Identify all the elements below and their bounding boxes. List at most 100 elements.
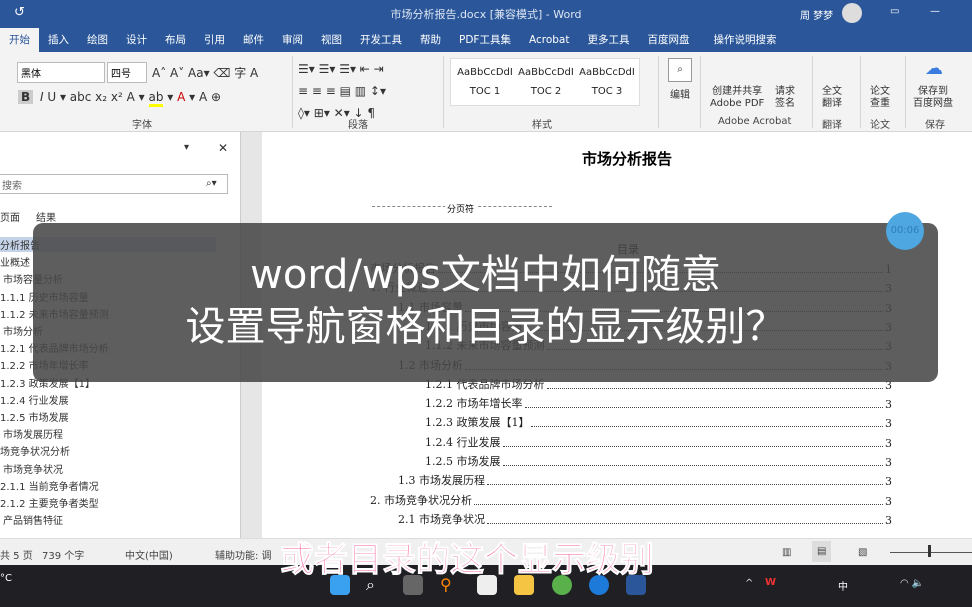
web-layout-icon[interactable]: ▧ xyxy=(858,547,867,558)
zoom-slider[interactable] xyxy=(890,552,972,553)
nav-heading-item[interactable]: 市场竞争状况 xyxy=(3,461,63,476)
pane-options-icon[interactable]: ▾ xyxy=(184,142,189,153)
format-icons[interactable]: I U ▾ abc x₂ x² A ▾ ab ▾ A ▾ A ⊕ xyxy=(40,90,221,107)
search-input[interactable]: 搜索 xyxy=(0,174,228,194)
font-size-select[interactable]: 四号 xyxy=(107,62,147,83)
tab-results[interactable]: 结果 xyxy=(36,209,56,224)
font-grow-icon[interactable]: A˄ A˅ Aa▾ ⌫ 字 A xyxy=(152,64,258,81)
tab-13[interactable]: 更多工具 xyxy=(578,28,638,52)
toc-leader xyxy=(524,407,883,409)
nav-heading-item[interactable]: 2.1.1 当前竞争者情况 xyxy=(0,478,99,493)
video-title-overlay: word/wps文档中如何随意 设置导航窗格和目录的显示级别？ xyxy=(33,223,938,382)
nav-heading-item[interactable]: 1.2.5 市场发展 xyxy=(0,409,69,424)
read-mode-icon[interactable]: ▥ xyxy=(782,547,791,558)
style-0[interactable]: AaBbCcDdI TOC 1 xyxy=(455,67,515,97)
toc-entry[interactable]: 1.2.3 政策发展【1】 3 xyxy=(425,414,892,430)
page-count[interactable]: 共 5 页 xyxy=(0,547,33,562)
ime-indicator[interactable]: 中 xyxy=(838,578,848,593)
style-1[interactable]: AaBbCcDdI TOC 2 xyxy=(516,67,576,97)
tab-3[interactable]: 设计 xyxy=(117,28,156,52)
tab-6[interactable]: 邮件 xyxy=(234,28,273,52)
toc-leader xyxy=(531,426,883,428)
nav-heading-item[interactable]: 2.1.2 主要竞争者类型 xyxy=(0,495,99,510)
nav-heading-item[interactable]: 1.2.4 行业发展 xyxy=(0,392,69,407)
ribbon-tabs: 开始 插入 绘图 设计 布局 引用 邮件 审阅 视图 开发工具 帮助 PDF工具集 Acrobat 更多工… xyxy=(0,28,972,52)
tab-5[interactable]: 引用 xyxy=(195,28,234,52)
edit-button[interactable]: 编辑 xyxy=(670,86,690,101)
tab-15[interactable]: 操作说明搜索 xyxy=(704,28,785,52)
style-sample: AaBbCcDdI xyxy=(579,67,635,78)
search-icon[interactable]: ⌕▾ xyxy=(206,178,217,189)
toc-page-number: 3 xyxy=(885,417,892,431)
toc-entry[interactable]: 2.1 市场竞争状况 3 xyxy=(398,511,892,527)
baidu-save-button[interactable]: 保存到 百度网盘 xyxy=(913,86,953,110)
tray-chevron-icon[interactable]: ^ xyxy=(745,578,753,589)
nav-heading-item[interactable]: 场竞争状况分析 xyxy=(0,443,70,458)
ribbon-display-icon[interactable]: ▭ xyxy=(890,6,899,17)
paper-group-label: 论文 xyxy=(870,120,890,131)
tab-0[interactable]: 开始 xyxy=(0,28,39,52)
toc-entry[interactable]: 2. 市场竞争状况分析 3 xyxy=(370,492,892,508)
translate-button[interactable]: 全文 翻译 xyxy=(822,86,842,110)
toc-leader xyxy=(546,387,883,389)
list-icons[interactable]: ☰▾ ☰▾ ☰▾ ⇤ ⇥ xyxy=(298,62,384,76)
avatar[interactable] xyxy=(842,3,862,23)
tab-pages[interactable]: 页面 xyxy=(0,209,20,224)
tab-4[interactable]: 布局 xyxy=(156,28,195,52)
create-pdf-button[interactable]: 创建并共享 Adobe PDF xyxy=(710,86,764,110)
toc-entry[interactable]: 1.3 市场发展历程 3 xyxy=(398,472,892,488)
page-break: 分页符 xyxy=(445,202,477,215)
zoom-slider-thumb[interactable] xyxy=(928,545,931,557)
accessibility[interactable]: 辅助功能: 调 xyxy=(215,547,272,562)
weather-temp[interactable]: °C xyxy=(0,573,12,584)
style-2[interactable]: AaBbCcDdI TOC 3 xyxy=(577,67,637,97)
translate-group-label: 翻译 xyxy=(822,120,842,131)
tab-12[interactable]: Acrobat xyxy=(520,28,579,52)
toc-leader xyxy=(502,465,883,466)
tab-1[interactable]: 插入 xyxy=(39,28,78,52)
toc-leader xyxy=(487,522,883,524)
align-icons[interactable]: ≡ ≡ ≡ ▤ ▥ ↕▾ xyxy=(298,84,386,98)
toc-entry-text: 2.1 市场竞争状况 xyxy=(398,512,485,526)
find-icon[interactable]: ⌕ xyxy=(668,58,692,82)
tab-11[interactable]: PDF工具集 xyxy=(450,28,520,52)
toc-leader xyxy=(487,484,883,486)
nav-heading-item[interactable]: 业概述 xyxy=(0,254,30,269)
print-layout-icon[interactable]: ▤ xyxy=(812,541,832,562)
minimize-button[interactable]: — xyxy=(930,6,940,17)
styles-group-label: 样式 xyxy=(532,120,552,131)
toc-entry[interactable]: 1.2.2 市场年增长率 3 xyxy=(425,395,892,411)
style-sample: AaBbCcDdI xyxy=(457,67,513,78)
timer-badge: 00:06 xyxy=(886,212,924,250)
tab-14[interactable]: 百度网盘 xyxy=(638,28,698,52)
tab-10[interactable]: 帮助 xyxy=(411,28,450,52)
bold-button[interactable]: B xyxy=(18,90,34,104)
overlay-line-2: 设置导航窗格和目录的显示级别？ xyxy=(185,304,786,350)
toc-entry[interactable]: 1.2.5 市场发展 3 xyxy=(425,453,892,469)
tab-8[interactable]: 视图 xyxy=(312,28,351,52)
wps-tray-icon[interactable]: W xyxy=(765,577,776,588)
style-name: TOC 3 xyxy=(591,86,623,97)
style-sample: AaBbCcDdI xyxy=(518,67,574,78)
toc-entry-text: 1.3 市场发展历程 xyxy=(398,474,485,488)
toc-page-number: 3 xyxy=(885,436,892,450)
tab-2[interactable]: 绘图 xyxy=(78,28,117,52)
sign-button[interactable]: 请求 签名 xyxy=(775,86,795,110)
tab-7[interactable]: 审阅 xyxy=(273,28,312,52)
toc-entry[interactable]: 1.2.4 行业发展 3 xyxy=(425,434,892,450)
network-icon[interactable]: ◠ 🔈 xyxy=(900,578,924,589)
toc-page-number: 3 xyxy=(885,475,892,489)
nav-heading-item[interactable]: 产品销售特征 xyxy=(3,512,63,527)
toc-page-number: 3 xyxy=(885,494,892,508)
video-subtitle: 或者目录的这个显示级别 xyxy=(280,540,655,581)
toc-leader xyxy=(474,503,883,505)
nav-heading-item[interactable]: 市场发展历程 xyxy=(3,426,63,441)
close-icon[interactable]: ✕ xyxy=(218,141,228,155)
toc-page-number: 3 xyxy=(885,398,892,412)
overlay-line-1: word/wps文档中如何随意 xyxy=(250,252,721,298)
tab-9[interactable]: 开发工具 xyxy=(351,28,411,52)
font-name-select[interactable]: 黑体 xyxy=(17,62,105,83)
paper-check-button[interactable]: 论文 查重 xyxy=(870,86,890,110)
word-count[interactable]: 739 个字 xyxy=(42,547,84,562)
language[interactable]: 中文(中国) xyxy=(125,547,173,562)
